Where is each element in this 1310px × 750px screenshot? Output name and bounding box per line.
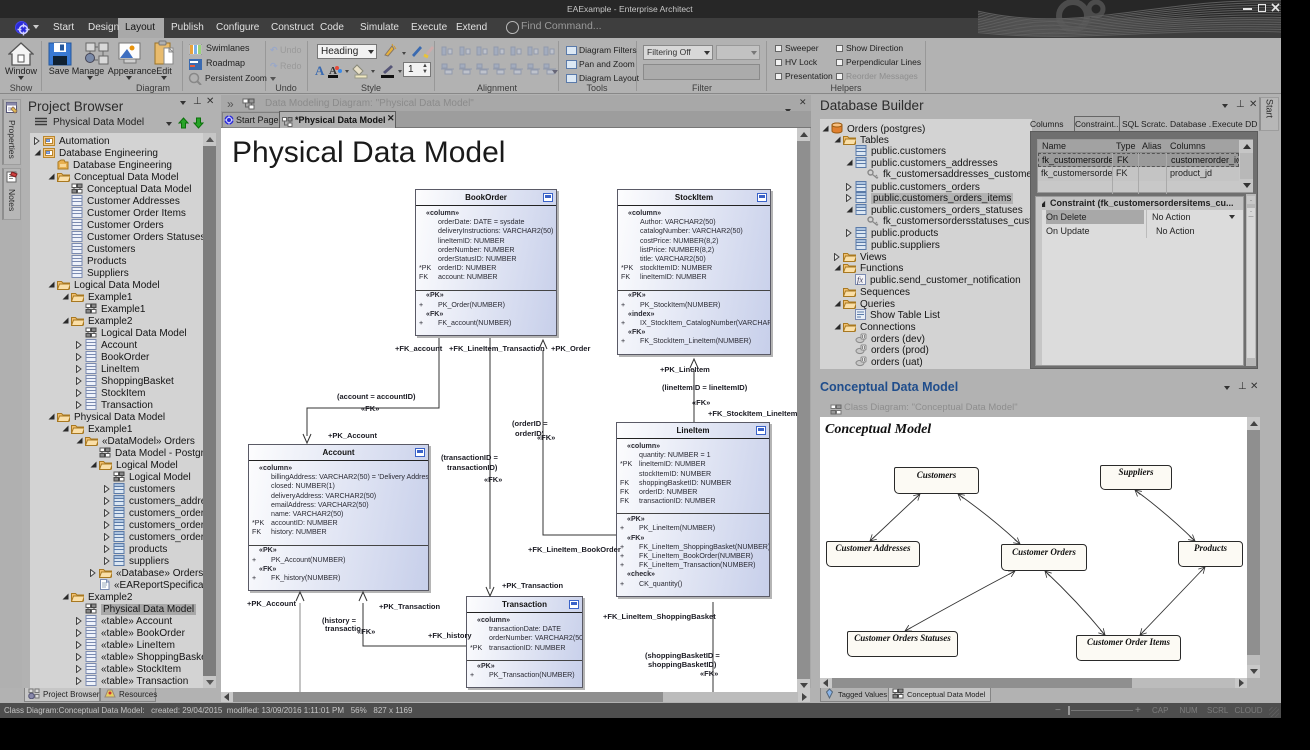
- svg-text:fx: fx: [857, 275, 863, 285]
- svg-text:A: A: [315, 63, 325, 78]
